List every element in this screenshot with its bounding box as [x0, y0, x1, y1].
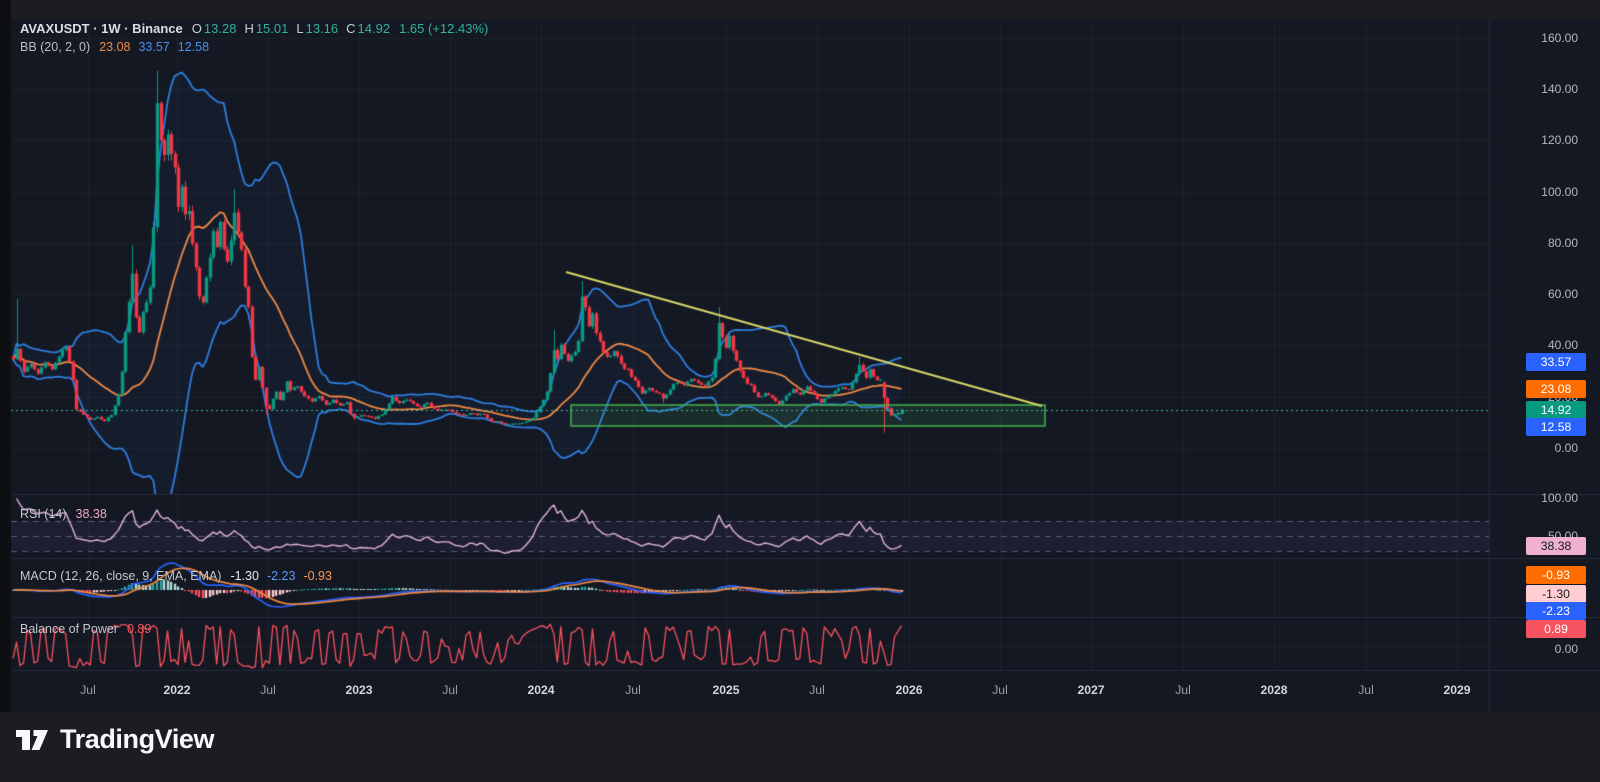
tradingview-page: AVAXUSDT · 1W · Binance O13.28H15.01L13.…	[0, 0, 1600, 782]
left-gutter	[0, 0, 11, 712]
chart-plot-canvas[interactable]	[0, 0, 1600, 782]
